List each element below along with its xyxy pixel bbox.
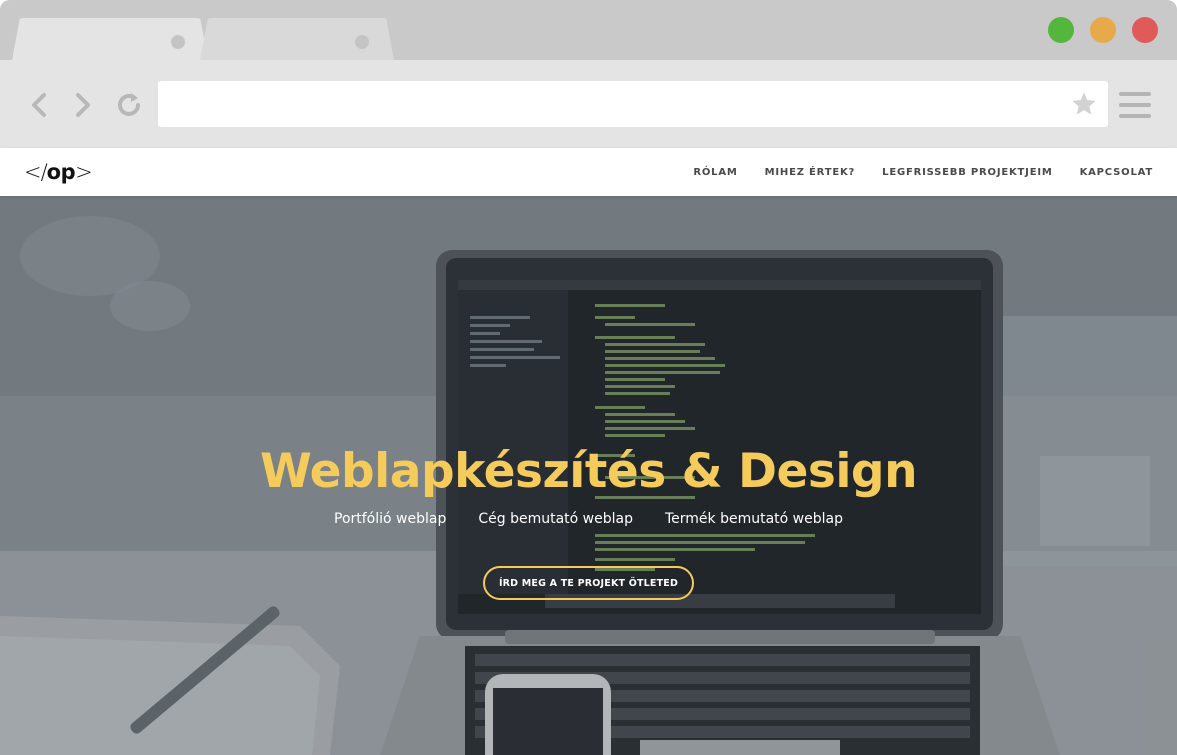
tab-close-icon[interactable]	[355, 35, 369, 49]
project-idea-button[interactable]: ÍRD MEG A TE PROJEKT ÖTLETED	[483, 566, 694, 600]
star-icon[interactable]	[1070, 90, 1098, 118]
minimize-button[interactable]	[1090, 17, 1116, 43]
hero-subtitle-portfolio: Portfólió weblap	[334, 511, 447, 527]
tab-inactive[interactable]	[200, 18, 394, 60]
nav-link-kapcsolat[interactable]: KAPCSOLAT	[1080, 167, 1153, 178]
address-bar[interactable]	[158, 81, 1108, 127]
browser-toolbar	[0, 60, 1177, 148]
close-button[interactable]	[1132, 17, 1158, 43]
logo-tail: >	[75, 160, 93, 184]
nav-link-projektek[interactable]: LEGFRISSEBB PROJEKTJEIM	[882, 167, 1052, 178]
chevron-left-icon[interactable]	[24, 90, 54, 120]
chevron-right-icon[interactable]	[68, 90, 98, 120]
site-navbar: </op > RÓLAM MIHEZ ÉRTEK? LEGFRISSEBB PRO…	[0, 148, 1177, 196]
hero-title: Weblapkészítés & Design	[259, 444, 918, 499]
nav-link-rolam[interactable]: RÓLAM	[693, 167, 737, 178]
nav-links: RÓLAM MIHEZ ÉRTEK? LEGFRISSEBB PROJEKTJE…	[693, 148, 1153, 196]
hero-subtitles: Portfólió weblap Cég bemutató weblap Ter…	[0, 511, 1177, 527]
browser-chrome	[0, 0, 1177, 148]
site-logo[interactable]: </op >	[24, 159, 93, 185]
logo-text: op	[46, 160, 76, 184]
nav-link-mihez-ertek[interactable]: MIHEZ ÉRTEK?	[765, 167, 856, 178]
hero-subtitle-termek: Termék bemutató weblap	[664, 511, 843, 527]
tab-bar	[0, 0, 1177, 60]
logo-slash: </	[24, 160, 48, 184]
address-input[interactable]	[158, 81, 1108, 127]
tab-active[interactable]	[12, 18, 208, 60]
tab-close-icon[interactable]	[171, 35, 185, 49]
hero-section: Weblapkészítés & Design Portfólió weblap…	[0, 196, 1177, 755]
hamburger-menu-icon[interactable]	[1119, 92, 1151, 118]
maximize-button[interactable]	[1048, 17, 1074, 43]
hero-subtitle-ceg: Cég bemutató weblap	[478, 511, 633, 527]
reload-icon[interactable]	[114, 90, 144, 120]
